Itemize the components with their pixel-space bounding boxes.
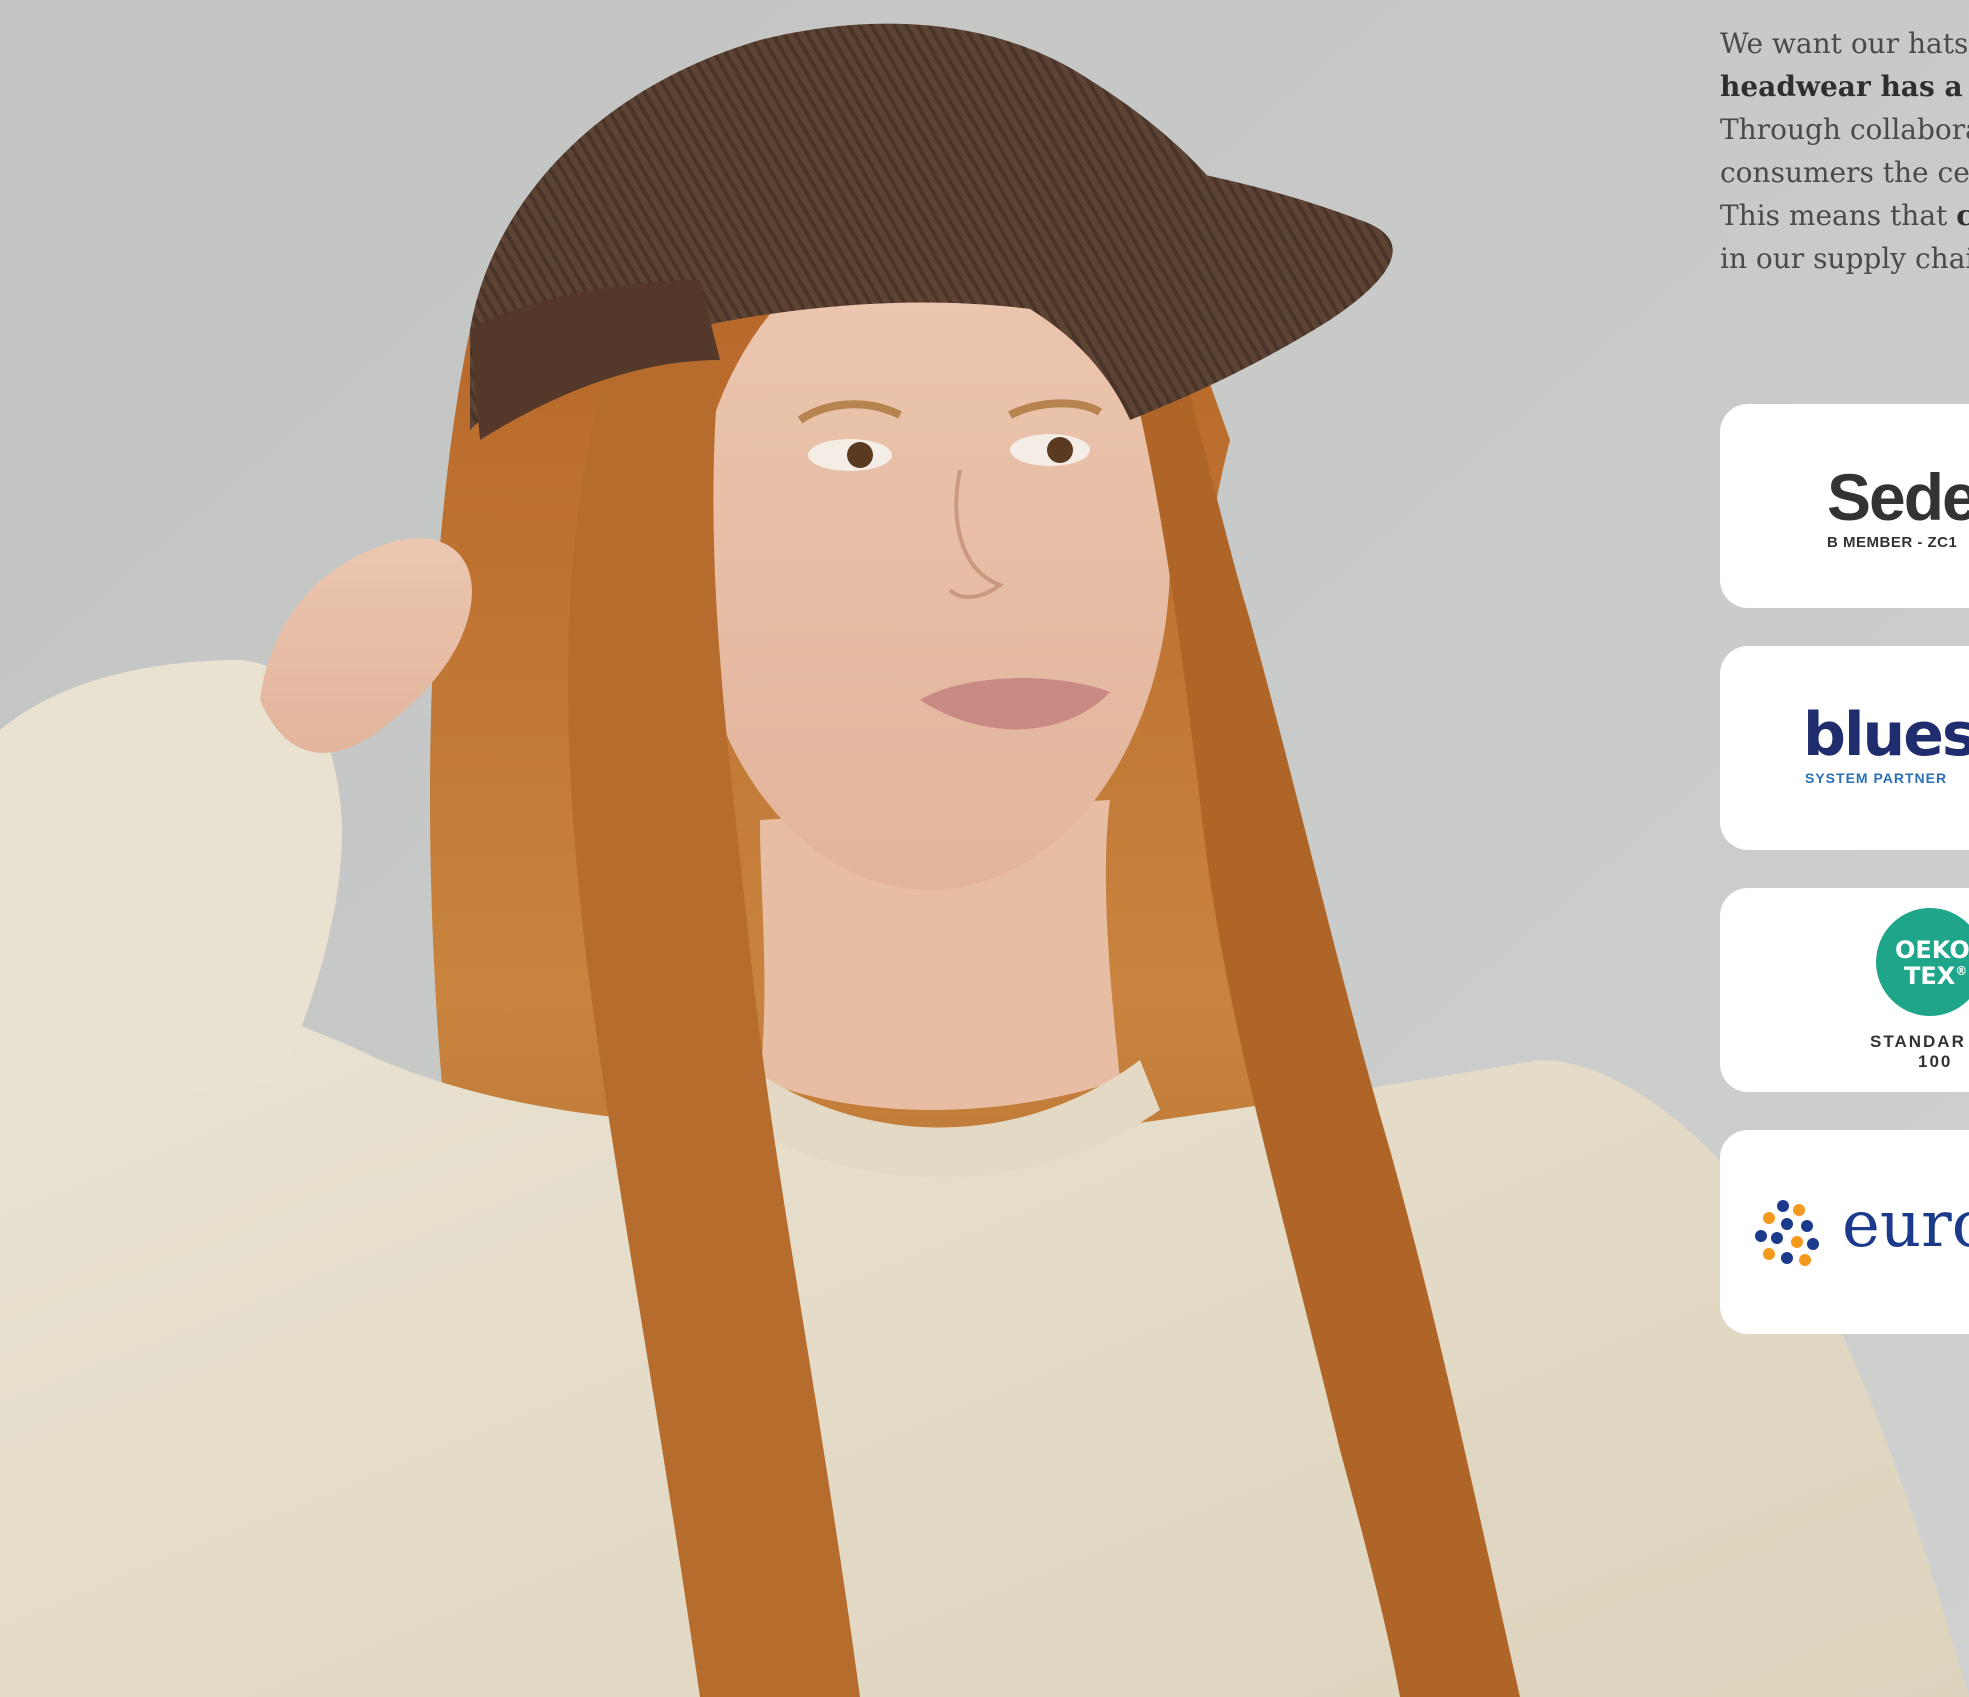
- tex-label: TEX®: [1904, 962, 1968, 990]
- intro-line-3: Through collabora: [1720, 113, 1969, 146]
- bluesign-logo: bluesi: [1803, 700, 1969, 770]
- oeko-tex-badge: OEKO TEX®: [1876, 908, 1969, 1016]
- sedex-card: Sede B MEMBER - ZC1: [1720, 404, 1969, 608]
- intro-line-6: in our supply chai: [1720, 242, 1969, 275]
- oeko-tex-card: OEKO TEX® STANDAR 100: [1720, 888, 1969, 1092]
- oeko-standard-number: 100: [1918, 1052, 1953, 1071]
- sedex-member-id: B MEMBER - ZC1: [1827, 534, 1958, 551]
- intro-line-5: This means that c: [1720, 199, 1969, 232]
- intro-line-1: We want our hats: [1720, 27, 1969, 60]
- euro-card: euro: [1720, 1130, 1969, 1334]
- bluesign-card: bluesi SYSTEM PARTNER: [1720, 646, 1969, 850]
- bluesign-partner-label: SYSTEM PARTNER: [1805, 770, 1948, 786]
- euro-logo: euro: [1842, 1188, 1969, 1262]
- intro-line-2: headwear has a lo: [1720, 70, 1969, 103]
- euro-dots-icon: [1755, 1200, 1819, 1266]
- oeko-label: OEKO: [1895, 936, 1969, 964]
- intro-line-4: consumers the cer: [1720, 156, 1969, 189]
- oeko-standard-label: STANDAR: [1870, 1032, 1966, 1051]
- sedex-logo: Sede: [1827, 460, 1969, 534]
- intro-text: We want our hats headwear has a lo Throu…: [1720, 22, 1969, 282]
- hero-photo: [0, 0, 1969, 1697]
